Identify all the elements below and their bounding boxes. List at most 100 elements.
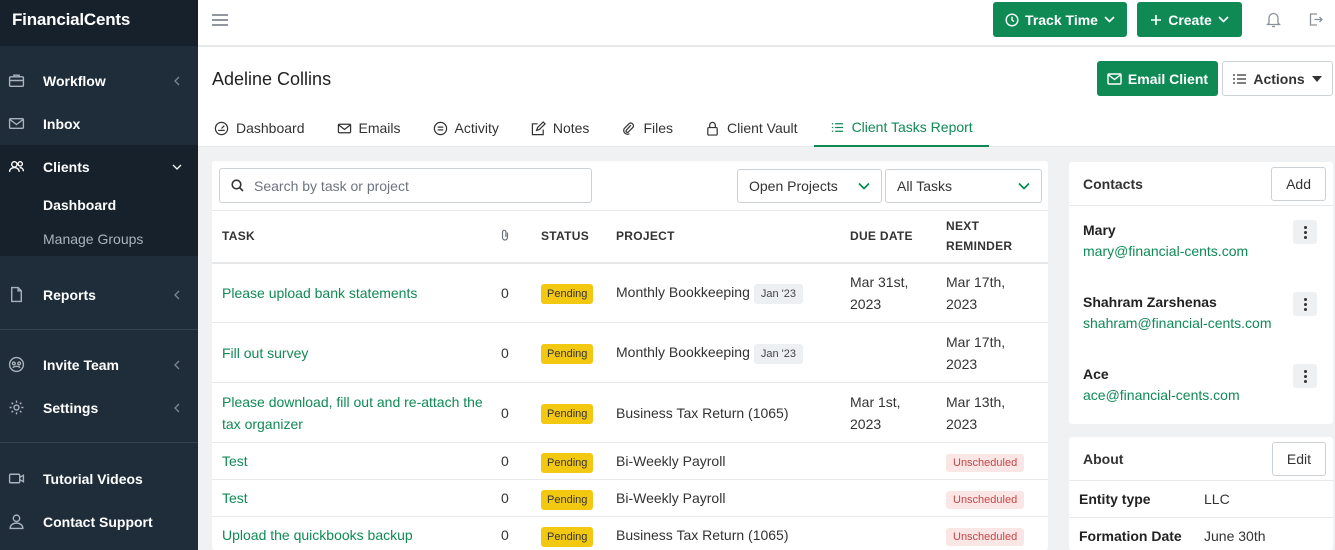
sidebar-item-label: Tutorial Videos [43, 470, 143, 487]
tab-dashboard[interactable]: Dashboard [198, 109, 321, 147]
file-icon [11, 286, 22, 303]
search-input[interactable] [254, 177, 574, 194]
sidebar-item-invite-team[interactable]: Invite Team [0, 343, 198, 386]
users-icon [8, 161, 25, 172]
project-cell: Business Tax Return (1065) [606, 382, 840, 443]
project-name[interactable]: Business Tax Return (1065) [616, 527, 789, 543]
user-icon [9, 514, 24, 530]
attachment-count: 0 [497, 516, 531, 550]
task-link[interactable]: Please upload bank statements [212, 262, 497, 323]
contact-email-link[interactable]: shahram@financial-cents.com [1083, 312, 1319, 334]
topbar: Track Time Create [198, 0, 1335, 46]
search-box[interactable] [219, 168, 592, 203]
tab-label: Emails [358, 120, 401, 136]
add-contact-button[interactable]: Add [1271, 166, 1326, 201]
task-link[interactable]: Fill out survey [212, 322, 497, 383]
task-link[interactable]: Please download, fill out and re-attach … [212, 382, 497, 443]
actions-dropdown[interactable]: Actions [1222, 61, 1333, 96]
sidebar-item-workflow[interactable]: Workflow [0, 59, 198, 102]
table-row: Fill out survey 0 Pending Monthly Bookke… [212, 322, 1048, 383]
task-link[interactable]: Upload the quickbooks backup [212, 516, 497, 550]
about-header: About Edit [1069, 437, 1333, 481]
column-header-attachments [497, 210, 531, 264]
kebab-menu-icon[interactable] [1293, 292, 1317, 316]
envelope-icon [337, 123, 351, 133]
table-header-row: TASK STATUS PROJECT DUE DATE NEXT REMIND… [212, 210, 1048, 264]
tab-client-tasks-report[interactable]: Client Tasks Report [813, 109, 989, 147]
sidebar-subitem-manage-groups[interactable]: Manage Groups [0, 222, 198, 256]
attachment-count: 0 [497, 382, 531, 443]
tab-client-vault[interactable]: Client Vault [689, 109, 814, 147]
task-filter-select[interactable]: All Tasks [885, 169, 1042, 203]
sidebar-item-settings[interactable]: Settings [0, 386, 198, 429]
contact-item: Ace ace@financial-cents.com [1069, 350, 1333, 422]
contact-email-link[interactable]: mary@financial-cents.com [1083, 240, 1319, 262]
project-name[interactable]: Bi-Weekly Payroll [616, 490, 725, 506]
tab-files[interactable]: Files [605, 109, 689, 147]
project-name[interactable]: Monthly Bookkeeping [616, 344, 750, 360]
sidebar-item-label: Clients [43, 158, 90, 175]
sidebar-item-label: Workflow [43, 72, 106, 89]
gauge-icon [214, 121, 229, 135]
sidebar-item-reports[interactable]: Reports [0, 273, 198, 316]
hamburger-menu-icon[interactable] [211, 13, 229, 27]
about-key: Formation Date [1079, 528, 1182, 544]
sidebar-item-clients[interactable]: Clients [0, 145, 198, 188]
chevron-left-icon [174, 290, 180, 300]
contact-item: Shahram Zarshenas shahram@financial-cent… [1069, 278, 1333, 350]
project-cell: Monthly Bookkeeping Jan '23 [606, 322, 840, 383]
table-row: Upload the quickbooks backup 0 Pending B… [212, 516, 1048, 550]
track-time-button[interactable]: Track Time [993, 2, 1127, 37]
edit-about-button[interactable]: Edit [1271, 441, 1326, 476]
contacts-title: Contacts [1083, 175, 1143, 192]
sidebar-subitem-dashboard[interactable]: Dashboard [0, 188, 198, 222]
kebab-menu-icon[interactable] [1293, 220, 1317, 244]
period-tag: Jan '23 [753, 344, 804, 364]
kebab-menu-icon[interactable] [1293, 364, 1317, 388]
about-row: Entity type LLC [1069, 481, 1333, 518]
column-header-task[interactable]: TASK [212, 210, 497, 264]
task-link[interactable]: Test [212, 479, 497, 517]
create-label: Create [1168, 11, 1212, 28]
about-key: Entity type [1079, 491, 1151, 507]
column-header-project[interactable]: PROJECT [606, 210, 840, 264]
tab-emails[interactable]: Emails [321, 109, 417, 147]
logout-icon[interactable] [1308, 12, 1323, 27]
envelope-icon [1107, 72, 1122, 85]
due-date: Mar 31st, 2023 [840, 262, 936, 323]
column-header-next-reminder[interactable]: NEXT REMINDER [936, 210, 1048, 264]
status-badge: Pending [541, 404, 594, 424]
chevron-left-icon [174, 76, 180, 86]
project-name[interactable]: Bi-Weekly Payroll [616, 453, 725, 469]
email-client-button[interactable]: Email Client [1097, 61, 1218, 96]
contact-email-link[interactable]: ace@financial-cents.com [1083, 384, 1319, 406]
search-icon [231, 179, 244, 192]
sidebar-item-contact-support[interactable]: Contact Support [0, 500, 198, 543]
sidebar-item-inbox[interactable]: Inbox [0, 102, 198, 145]
create-button[interactable]: Create [1137, 2, 1242, 37]
sidebar-item-tutorial-videos[interactable]: Tutorial Videos [0, 457, 198, 500]
next-reminder: Unscheduled [936, 516, 1048, 550]
column-header-due-date[interactable]: DUE DATE [840, 210, 936, 264]
chevron-down-icon [1104, 16, 1115, 23]
task-link[interactable]: Test [212, 442, 497, 480]
project-filter-select[interactable]: Open Projects [737, 169, 882, 203]
video-icon [8, 473, 25, 484]
status-cell: Pending [531, 262, 606, 323]
column-header-status[interactable]: STATUS [531, 210, 606, 264]
tab-label: Notes [552, 120, 590, 136]
unscheduled-badge: Unscheduled [946, 454, 1025, 472]
table-row: Test 0 Pending Bi-Weekly Payroll Unsched… [212, 442, 1048, 480]
brand-logo[interactable]: FinancialCents [0, 0, 198, 46]
sidebar-item-label: Reports [43, 286, 96, 303]
tab-activity[interactable]: Activity [417, 109, 515, 147]
project-name[interactable]: Business Tax Return (1065) [616, 405, 789, 421]
tab-notes[interactable]: Notes [515, 109, 606, 147]
bell-icon[interactable] [1266, 11, 1281, 28]
contacts-header: Contacts Add [1069, 162, 1333, 206]
project-name[interactable]: Monthly Bookkeeping [616, 284, 750, 300]
sidebar: FinancialCents Workflow Inbox Clients Da… [0, 0, 198, 550]
chevron-down-icon [1218, 16, 1229, 23]
next-reminder: Unscheduled [936, 479, 1048, 517]
status-badge: Pending [541, 489, 594, 510]
